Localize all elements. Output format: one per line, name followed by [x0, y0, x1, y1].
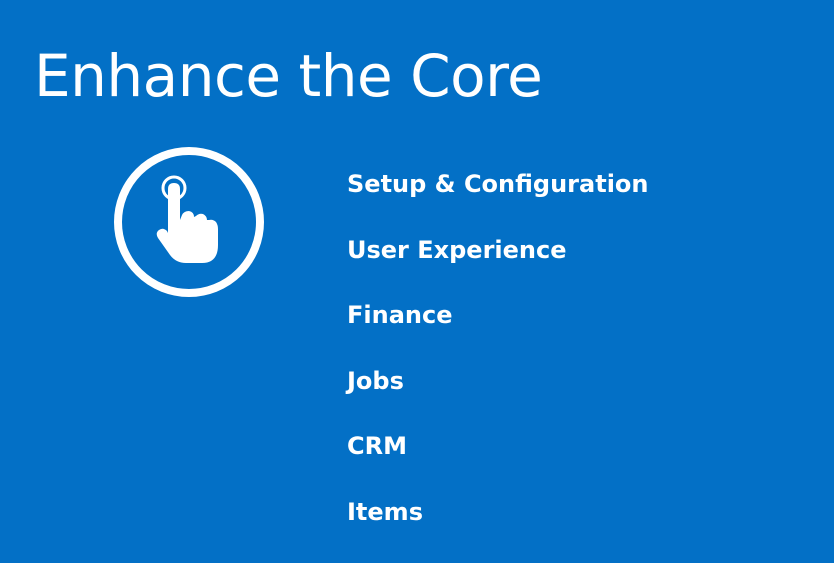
menu-item-finance[interactable]: Finance [347, 294, 649, 360]
menu-item-jobs[interactable]: Jobs [347, 360, 649, 426]
menu-item-crm[interactable]: CRM [347, 425, 649, 491]
menu-item-items[interactable]: Items [347, 491, 649, 557]
menu-item-setup-configuration[interactable]: Setup & Configuration [347, 163, 649, 229]
page-title: Enhance the Core [34, 42, 543, 110]
content-panel: Enhance the Core Setup & Configuration U… [0, 0, 834, 563]
feature-menu: Setup & Configuration User Experience Fi… [347, 163, 649, 557]
menu-item-user-experience[interactable]: User Experience [347, 229, 649, 295]
touch-hand-icon [112, 145, 266, 299]
